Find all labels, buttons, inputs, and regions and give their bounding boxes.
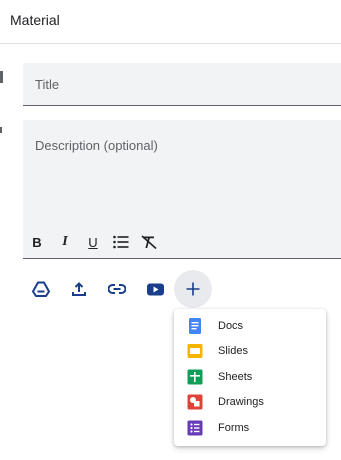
title-input[interactable]	[23, 63, 341, 105]
slides-icon	[187, 344, 203, 358]
menu-item-label: Slides	[218, 344, 248, 357]
menu-item-sheets[interactable]: Sheets	[174, 364, 326, 389]
menu-item-label: Docs	[218, 319, 244, 332]
bold-button[interactable]: B	[26, 232, 48, 252]
google-drive-icon	[32, 281, 50, 297]
docs-icon	[189, 318, 201, 334]
create-menu: Docs Slides Sheets Drawings Forms	[174, 309, 326, 446]
forms-icon	[187, 420, 203, 436]
clipped-description-icon	[0, 127, 2, 133]
link-button[interactable]	[103, 275, 131, 303]
upload-button[interactable]	[65, 275, 93, 303]
header-bar: Material	[0, 0, 341, 44]
youtube-icon	[146, 283, 164, 295]
underline-button[interactable]: U	[82, 232, 104, 252]
add-icon	[186, 282, 200, 296]
bulleted-list-icon	[113, 235, 129, 249]
menu-item-drawings[interactable]: Drawings	[174, 389, 326, 414]
menu-item-label: Sheets	[218, 370, 253, 383]
youtube-button[interactable]	[141, 275, 169, 303]
bulleted-list-button[interactable]	[110, 232, 132, 252]
page-title: Material	[10, 12, 60, 28]
clear-formatting-icon	[141, 235, 157, 249]
underline-icon: U	[88, 234, 98, 250]
clear-formatting-button[interactable]	[138, 232, 160, 252]
title-field[interactable]	[23, 63, 341, 106]
italic-icon: I	[62, 234, 68, 249]
clipped-title-icon	[0, 71, 3, 83]
menu-item-docs[interactable]: Docs	[174, 313, 326, 338]
link-icon	[108, 284, 126, 294]
description-input[interactable]	[23, 120, 341, 220]
menu-item-slides[interactable]: Slides	[174, 338, 326, 363]
google-drive-button[interactable]	[27, 275, 55, 303]
bold-icon: B	[32, 234, 42, 250]
drawings-icon	[187, 394, 203, 410]
add-button[interactable]	[174, 270, 212, 308]
sheets-icon	[187, 369, 203, 385]
upload-icon	[72, 282, 86, 296]
italic-button[interactable]: I	[54, 232, 76, 252]
menu-item-label: Forms	[218, 421, 250, 434]
menu-item-forms[interactable]: Forms	[174, 415, 326, 440]
menu-item-label: Drawings	[218, 395, 264, 408]
